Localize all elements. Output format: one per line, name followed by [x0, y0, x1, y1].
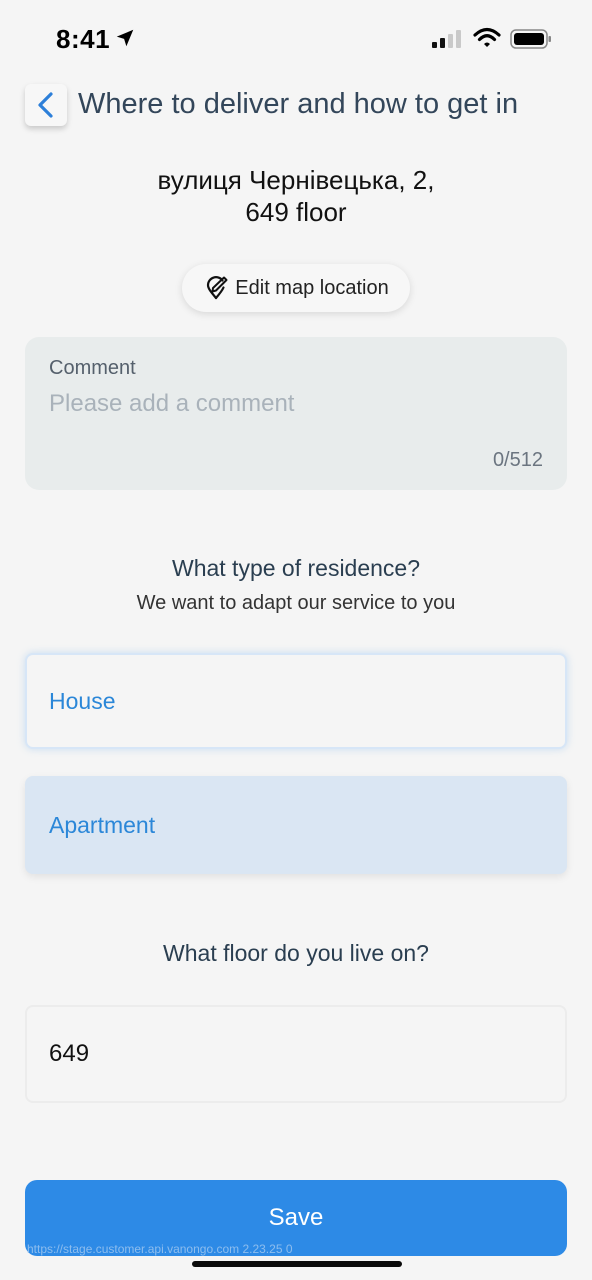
- signal-icon: [432, 30, 461, 48]
- wifi-icon: [473, 27, 501, 47]
- battery-icon: [510, 29, 551, 49]
- comment-input[interactable]: [49, 390, 543, 418]
- edit-map-location-label: Edit map location: [235, 276, 389, 299]
- residence-option-label: Apartment: [49, 811, 156, 838]
- floor-question: What floor do you live on?: [163, 940, 429, 966]
- back-button[interactable]: [25, 84, 67, 126]
- residence-option-label: House: [49, 687, 116, 714]
- delivery-address: вулиця Чернівецька, 2, 649 floor: [0, 164, 592, 228]
- comment-field[interactable]: Comment 0/512: [25, 337, 567, 490]
- residence-subtitle: We want to adapt our service to you: [136, 592, 456, 614]
- residence-option-apartment[interactable]: Apartment: [25, 776, 567, 874]
- page-title: Where to deliver and how to get in: [78, 88, 519, 120]
- save-button-label: Save: [268, 1204, 324, 1231]
- address-street: вулиця Чернівецька, 2,: [157, 165, 435, 195]
- residence-question: What type of residence?: [171, 555, 421, 581]
- home-indicator[interactable]: [192, 1261, 402, 1267]
- status-time: 8:41: [56, 24, 111, 54]
- address-floor: 649 floor: [245, 197, 347, 227]
- edit-map-location-button[interactable]: Edit map location: [182, 264, 410, 312]
- location-arrow-icon: [116, 29, 134, 47]
- comment-char-counter: 0/512: [492, 449, 543, 471]
- status-bar: 8:41: [0, 0, 592, 80]
- floor-field[interactable]: [25, 1005, 567, 1103]
- chevron-left-icon: [38, 92, 53, 118]
- debug-url: https://stage.customer.api.vanongo.com 2…: [27, 1242, 293, 1256]
- residence-option-house[interactable]: House: [25, 653, 567, 749]
- comment-label: Comment: [49, 357, 136, 379]
- map-pin-edit-icon: [207, 276, 228, 300]
- floor-input[interactable]: [49, 1040, 565, 1068]
